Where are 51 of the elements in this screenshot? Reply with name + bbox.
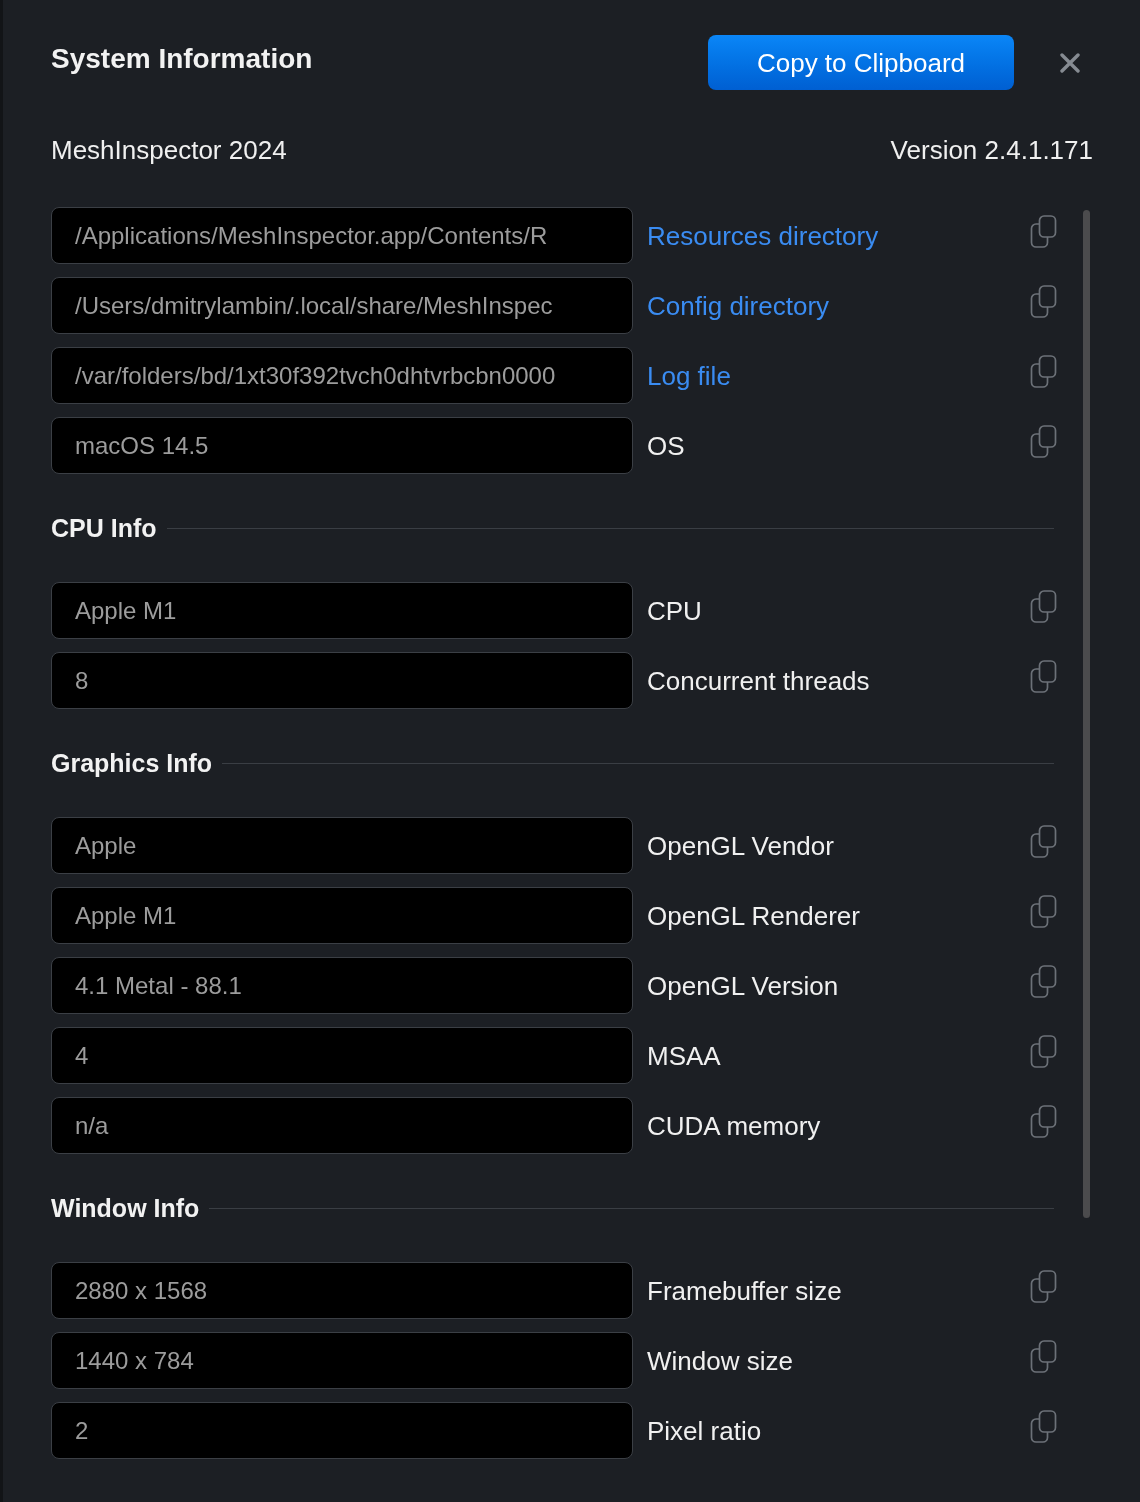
directory-link[interactable]: Config directory bbox=[647, 289, 830, 322]
field-label: OS bbox=[647, 429, 685, 462]
copy-icon[interactable] bbox=[1030, 964, 1057, 998]
value-field[interactable]: /Users/dmitrylambin/.local/share/MeshInspec bbox=[51, 277, 633, 334]
value-field[interactable]: n/a bbox=[51, 1097, 633, 1154]
copy-icon[interactable] bbox=[1030, 424, 1057, 458]
app-name: MeshInspector 2024 bbox=[51, 134, 287, 166]
copy-icon[interactable] bbox=[1030, 894, 1057, 928]
field-label: Framebuffer size bbox=[647, 1274, 842, 1307]
copy-icon[interactable] bbox=[1030, 1034, 1057, 1068]
copy-icon[interactable] bbox=[1030, 659, 1057, 693]
value-field[interactable]: Apple bbox=[51, 817, 633, 874]
close-icon[interactable] bbox=[1060, 52, 1080, 73]
scrollbar-thumb[interactable] bbox=[1083, 210, 1090, 1218]
value-field[interactable]: Apple M1 bbox=[51, 887, 633, 944]
section-heading: CPU Info bbox=[51, 513, 157, 543]
field-label: CPU bbox=[647, 594, 702, 627]
value-field[interactable]: 4.1 Metal - 88.1 bbox=[51, 957, 633, 1014]
value-field[interactable]: 1440 x 784 bbox=[51, 1332, 633, 1389]
field-label: Window size bbox=[647, 1344, 793, 1377]
copy-icon[interactable] bbox=[1030, 214, 1057, 248]
app-version: Version 2.4.1.171 bbox=[890, 134, 1093, 166]
field-label: CUDA memory bbox=[647, 1109, 821, 1142]
field-label: Pixel ratio bbox=[647, 1414, 762, 1447]
copy-to-clipboard-button[interactable]: Copy to Clipboard bbox=[708, 35, 1014, 90]
copy-icon[interactable] bbox=[1030, 1339, 1057, 1373]
value-field[interactable]: 8 bbox=[51, 652, 633, 709]
dialog-title: System Information bbox=[51, 42, 313, 75]
value-field[interactable]: macOS 14.5 bbox=[51, 417, 633, 474]
copy-icon[interactable] bbox=[1030, 1104, 1057, 1138]
value-field[interactable]: Apple M1 bbox=[51, 582, 633, 639]
value-field[interactable]: 2880 x 1568 bbox=[51, 1262, 633, 1319]
value-field[interactable]: /var/folders/bd/1xt30f392tvch0dhtvrbcbn0000 bbox=[51, 347, 633, 404]
field-label: OpenGL Renderer bbox=[647, 899, 860, 932]
copy-icon[interactable] bbox=[1030, 1269, 1057, 1303]
copy-icon[interactable] bbox=[1030, 824, 1057, 858]
field-label: OpenGL Vendor bbox=[647, 829, 834, 862]
copy-icon[interactable] bbox=[1030, 589, 1057, 623]
copy-icon[interactable] bbox=[1030, 284, 1057, 318]
copy-icon[interactable] bbox=[1030, 1409, 1057, 1443]
field-label: OpenGL Version bbox=[647, 969, 839, 1002]
value-field[interactable]: /Applications/MeshInspector.app/Contents/R bbox=[51, 207, 633, 264]
field-label: MSAA bbox=[647, 1039, 721, 1072]
section-heading: Window Info bbox=[51, 1193, 200, 1223]
value-field[interactable]: 2 bbox=[51, 1402, 633, 1459]
copy-icon[interactable] bbox=[1030, 354, 1057, 388]
directory-link[interactable]: Resources directory bbox=[647, 219, 879, 252]
section-heading: Graphics Info bbox=[51, 748, 213, 778]
value-field[interactable]: 4 bbox=[51, 1027, 633, 1084]
directory-link[interactable]: Log file bbox=[647, 359, 731, 392]
field-label: Concurrent threads bbox=[647, 664, 870, 697]
